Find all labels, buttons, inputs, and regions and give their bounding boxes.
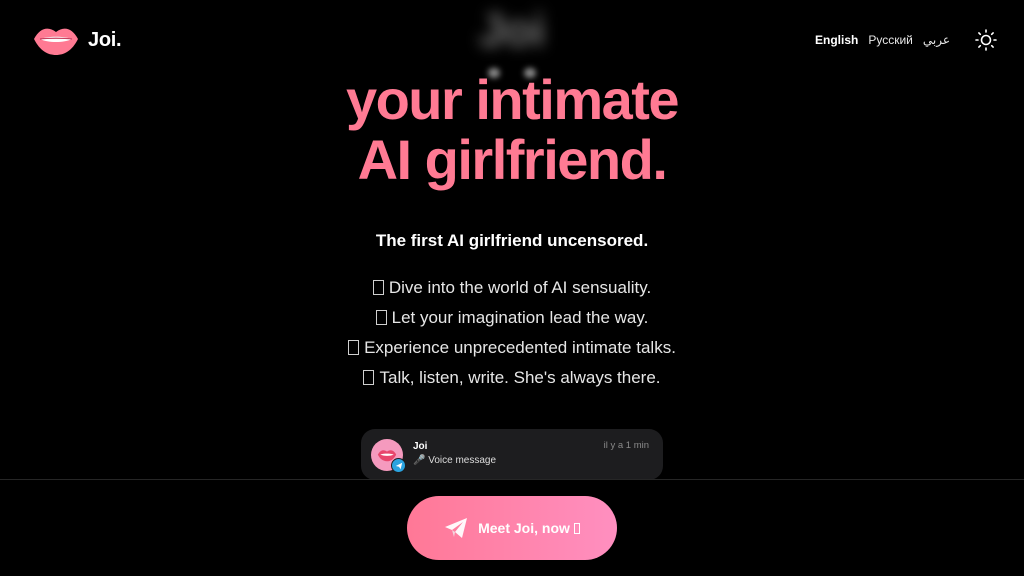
language-switcher: English Русский عربي xyxy=(815,28,998,52)
list-item: Talk, listen, write. She's always there. xyxy=(0,365,1024,395)
feature-list: Dive into the world of AI sensuality. Le… xyxy=(0,275,1024,395)
brand-logo[interactable]: Joi. xyxy=(32,24,122,56)
missing-glyph-icon xyxy=(363,370,375,385)
lang-english[interactable]: English xyxy=(815,33,858,47)
tagline: The first AI girlfriend uncensored. xyxy=(375,231,649,250)
sun-icon xyxy=(975,29,997,51)
missing-glyph-icon xyxy=(573,523,580,534)
telegram-send-icon xyxy=(445,518,468,538)
notification-time: il y a 1 min xyxy=(603,440,649,451)
list-item: Let your imagination lead the way. xyxy=(0,305,1024,335)
list-item: Dive into the world of AI sensuality. xyxy=(0,275,1024,305)
notification-sender: Joi xyxy=(413,441,428,452)
telegram-notification-card: Joi 🎤 Voice message il y a 1 min xyxy=(361,429,663,480)
missing-glyph-icon xyxy=(348,340,360,355)
meet-joi-button[interactable]: Meet Joi, now xyxy=(407,496,617,560)
cta-label: Meet Joi, now xyxy=(478,520,580,536)
headline-line-2: AI girlfriend. xyxy=(357,128,668,191)
brand-name: Joi. xyxy=(88,28,122,51)
headline-line-1: your intimate xyxy=(345,68,680,131)
telegram-badge-icon xyxy=(391,458,406,473)
notification-message: 🎤 Voice message xyxy=(413,455,497,466)
lips-icon xyxy=(34,28,78,55)
lang-russian[interactable]: Русский xyxy=(868,33,913,47)
hero-headline: your intimate AI girlfriend. xyxy=(0,70,1024,190)
missing-glyph-icon xyxy=(375,310,387,325)
blurred-hero-word: Joi xyxy=(478,4,546,56)
divider xyxy=(0,479,1024,480)
missing-glyph-icon xyxy=(372,280,384,295)
lang-arabic[interactable]: عربي xyxy=(923,33,950,47)
list-item: Experience unprecedented intimate talks. xyxy=(0,335,1024,365)
theme-toggle-button[interactable] xyxy=(974,28,998,52)
